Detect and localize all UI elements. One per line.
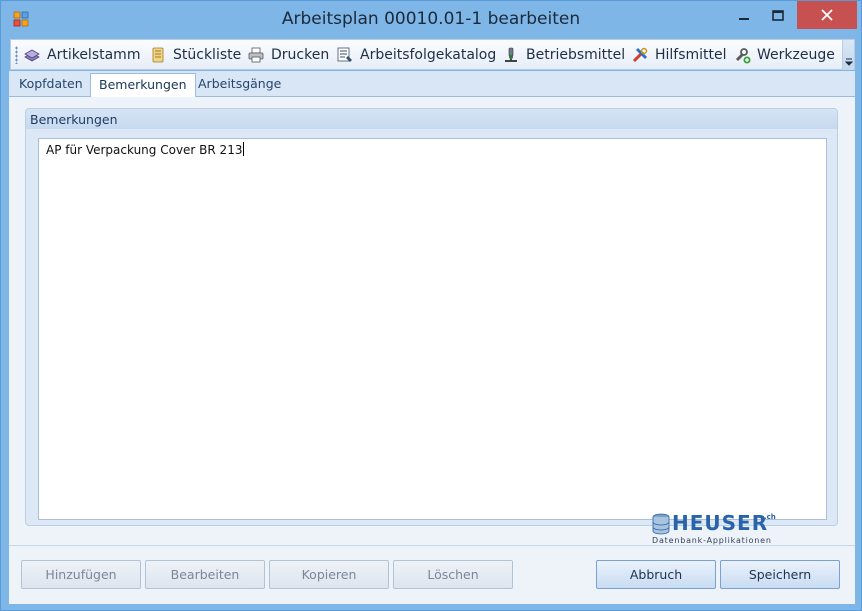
book-stack-icon: [23, 46, 41, 64]
copy-button[interactable]: Kopieren: [269, 560, 389, 589]
remarks-textarea[interactable]: AP für Verpackung Cover BR 213: [38, 138, 827, 520]
close-button[interactable]: [797, 1, 857, 29]
toolbar: Artikelstamm Stückliste Drucken Arbeitsf…: [10, 39, 855, 70]
tab-bemerkungen[interactable]: Bemerkungen: [90, 73, 196, 98]
toolbar-overflow-button[interactable]: [842, 40, 854, 70]
list-scroll-icon: [149, 46, 167, 64]
remarks-group-header: Bemerkungen: [26, 109, 837, 129]
title-bar[interactable]: Arbeitsplan 00010.01-1 bearbeiten: [1, 1, 861, 37]
logo-suffix: .ch: [764, 513, 776, 521]
cancel-button[interactable]: Abbruch: [596, 560, 716, 589]
delete-button[interactable]: Löschen: [393, 560, 513, 589]
database-icon: [652, 513, 670, 535]
tab-arbeitsgaenge[interactable]: Arbeitsgänge: [190, 73, 289, 97]
toolbar-button-betriebsmittel[interactable]: Betriebsmittel: [502, 40, 625, 70]
toolbar-label: Stückliste: [173, 47, 242, 63]
toolbar-button-arbeitsfolgekatalog[interactable]: Arbeitsfolgekatalog: [336, 40, 496, 70]
minimize-button[interactable]: [727, 1, 761, 31]
tools-icon: [631, 46, 649, 64]
remarks-text: AP für Verpackung Cover BR 213: [46, 143, 243, 157]
tab-page-bemerkungen: Bemerkungen AP für Verpackung Cover BR 2…: [9, 97, 855, 526]
toolbar-button-hilfsmittel[interactable]: Hilfsmittel: [631, 40, 727, 70]
remarks-group-title: Bemerkungen: [30, 112, 118, 127]
toolbar-label: Artikelstamm: [47, 47, 141, 63]
logo-name: HEUSER: [672, 511, 769, 535]
wrench-add-icon: [733, 46, 751, 64]
text-caret: [243, 142, 245, 156]
toolbar-button-werkzeuge[interactable]: Werkzeuge: [733, 40, 835, 70]
microscope-icon: [502, 46, 520, 64]
toolbar-grip[interactable]: [15, 46, 18, 64]
printer-icon: [247, 46, 265, 64]
maximize-icon: [772, 10, 784, 21]
remarks-group: Bemerkungen AP für Verpackung Cover BR 2…: [25, 108, 838, 526]
toolbar-label: Arbeitsfolgekatalog: [360, 47, 497, 63]
maximize-button[interactable]: [761, 1, 795, 31]
toolbar-button-artikelstamm[interactable]: Artikelstamm: [23, 40, 140, 70]
edit-button[interactable]: Bearbeiten: [145, 560, 265, 589]
toolbar-label: Betriebsmittel: [526, 47, 626, 63]
button-bar: Hinzufügen Bearbeiten Kopieren Löschen A…: [9, 545, 855, 604]
logo-tagline: Datenbank-Applikationen: [652, 536, 772, 545]
toolbar-label: Drucken: [271, 47, 330, 63]
content-area: Kopfdaten Bemerkungen Arbeitsgänge Bemer…: [9, 71, 855, 604]
minimize-icon: [739, 18, 749, 20]
close-icon: [821, 9, 833, 21]
tab-strip: Kopfdaten Bemerkungen Arbeitsgänge: [9, 71, 855, 98]
app-window: Arbeitsplan 00010.01-1 bearbeiten Artike…: [0, 0, 862, 611]
chevron-down-icon: [845, 58, 853, 66]
toolbar-label: Werkzeuge: [757, 47, 835, 63]
toolbar-label: Hilfsmittel: [655, 47, 727, 63]
add-button[interactable]: Hinzufügen: [21, 560, 141, 589]
save-button[interactable]: Speichern: [720, 560, 840, 589]
toolbar-button-drucken[interactable]: Drucken: [247, 40, 329, 70]
tab-kopfdaten[interactable]: Kopfdaten: [11, 73, 91, 97]
catalog-list-icon: [336, 46, 354, 64]
toolbar-button-stueckliste[interactable]: Stückliste: [149, 40, 241, 70]
